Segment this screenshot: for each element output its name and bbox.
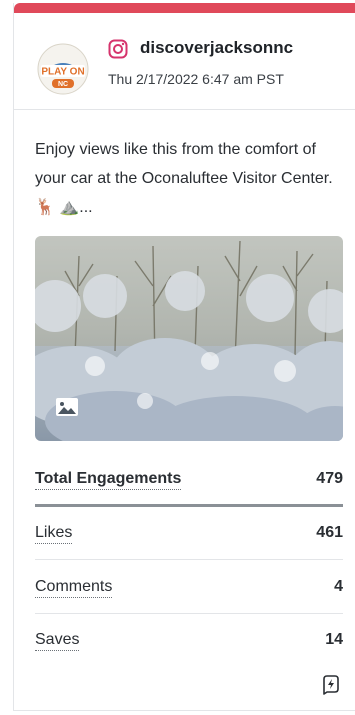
likes-label[interactable]: Likes (35, 524, 73, 544)
post-timestamp: Thu 2/17/2022 6:47 am PST (108, 71, 284, 87)
accent-bar (14, 3, 355, 13)
comments-value: 4 (334, 578, 343, 595)
frosty-forest-image (35, 236, 343, 441)
total-engagements-value: 479 (316, 470, 343, 487)
likes-row: Likes 461 (35, 516, 343, 556)
saves-row: Saves 14 (35, 623, 343, 663)
saves-label[interactable]: Saves (35, 631, 80, 651)
total-engagements-row: Total Engagements 479 (35, 462, 343, 502)
post-caption: Enjoy views like this from the comfort o… (35, 141, 333, 216)
image-icon (56, 398, 78, 416)
lightning-bolt-icon[interactable] (320, 673, 342, 695)
saves-value: 14 (325, 631, 343, 648)
profile-logo: PLAY ON NC (37, 43, 89, 95)
post-card: PLAY ON NC discoverjacksonnc Thu 2/17/20… (13, 3, 355, 711)
comments-row: Comments 4 (35, 570, 343, 610)
svg-text:NC: NC (58, 81, 68, 88)
likes-value: 461 (316, 524, 343, 541)
divider (35, 504, 343, 507)
account-handle[interactable]: discoverjacksonnc (140, 38, 293, 58)
divider (35, 613, 343, 614)
svg-text:PLAY ON: PLAY ON (41, 67, 84, 78)
instagram-icon (108, 39, 128, 59)
total-engagements-label[interactable]: Total Engagements (35, 470, 182, 490)
comments-label[interactable]: Comments (35, 578, 113, 598)
divider (35, 559, 343, 560)
post-header: PLAY ON NC discoverjacksonnc Thu 2/17/20… (14, 13, 355, 110)
post-image[interactable] (35, 236, 343, 441)
